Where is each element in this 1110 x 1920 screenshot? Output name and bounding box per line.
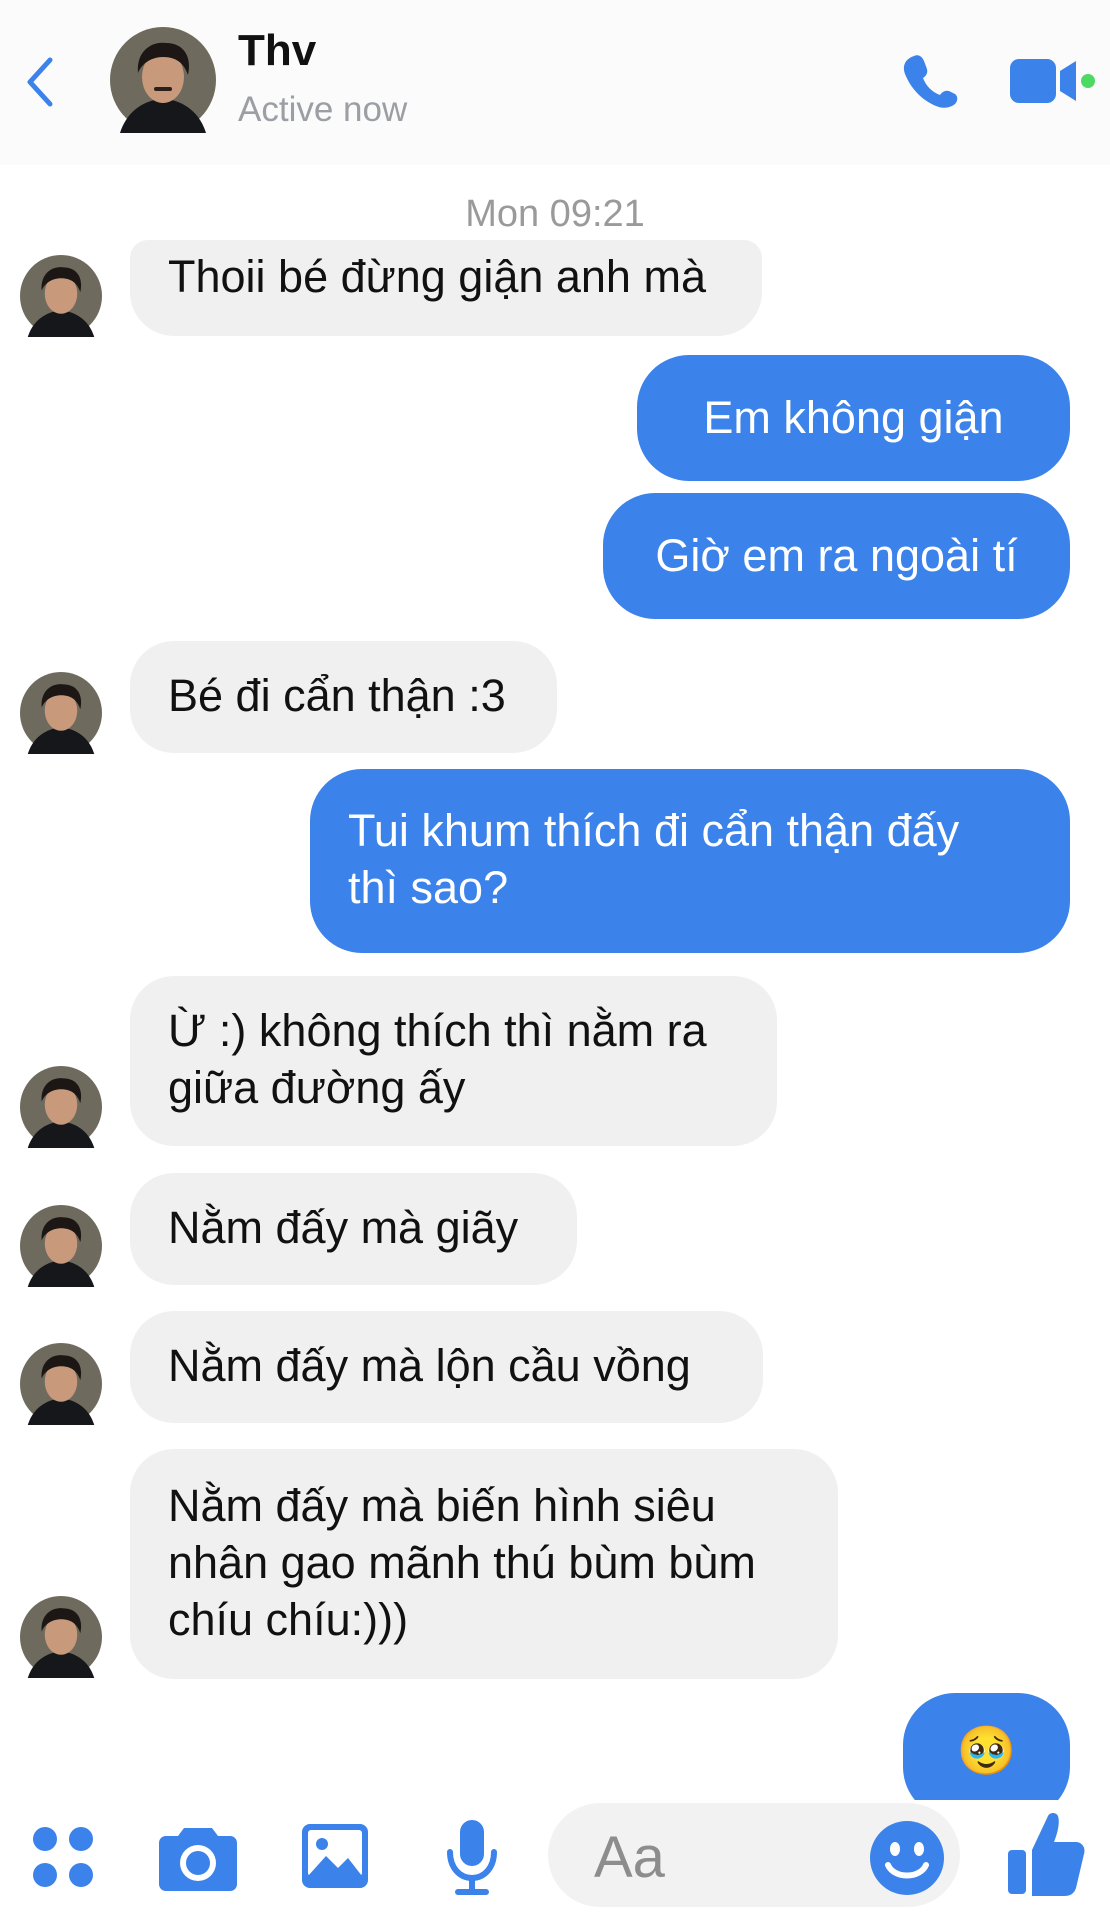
message-text-line: giữa đường ấy xyxy=(168,1062,466,1113)
message-bubble-outgoing[interactable]: Tui khum thích đi cẩn thận đấy thì sao? xyxy=(310,769,1070,953)
message-text: Nằm đấy mà lộn cầu vồng xyxy=(168,1340,691,1391)
active-status: Active now xyxy=(238,90,408,129)
sender-avatar[interactable] xyxy=(20,672,102,754)
sender-avatar[interactable] xyxy=(20,1596,102,1678)
message-text: Thoii bé đừng giận anh mà xyxy=(168,251,706,302)
message-text-line: Ừ :) không thích thì nằm ra xyxy=(168,1005,707,1056)
message-bubble-outgoing[interactable]: Em không giận xyxy=(637,355,1070,481)
avatar-image xyxy=(20,1596,102,1678)
pleading-face-emoji: 🥹 xyxy=(956,1725,1017,1778)
message-input-placeholder: Aa xyxy=(594,1825,665,1890)
contact-avatar[interactable] xyxy=(110,27,216,133)
avatar-image xyxy=(20,672,102,754)
avatar-image xyxy=(20,1343,102,1425)
message-text: Nằm đấy mà giãy xyxy=(168,1202,519,1253)
message-bubble-incoming[interactable]: Nằm đấy mà giãy xyxy=(130,1173,577,1285)
back-chevron-icon[interactable] xyxy=(18,52,68,112)
sender-avatar[interactable] xyxy=(20,1205,102,1287)
message-timestamp: Mon 09:21 xyxy=(465,193,645,235)
avatar-image xyxy=(20,255,102,337)
thumbs-up-icon[interactable] xyxy=(1006,1810,1086,1898)
message-text-line: chíu chíu:))) xyxy=(168,1594,409,1645)
message-text: Giờ em ra ngoài tí xyxy=(655,530,1018,581)
message-bubble-incoming[interactable]: Ừ :) không thích thì nằm ra giữa đường ấ… xyxy=(130,976,777,1146)
message-bubble-incoming[interactable]: Thoii bé đừng giận anh mà xyxy=(130,240,762,336)
avatar-image xyxy=(20,1066,102,1148)
sender-avatar[interactable] xyxy=(20,1343,102,1425)
phone-icon[interactable] xyxy=(900,52,958,110)
emoji-icon[interactable] xyxy=(868,1819,946,1897)
gallery-icon[interactable] xyxy=(300,1820,370,1892)
contact-name[interactable]: Thv xyxy=(238,26,316,76)
message-text: Em không giận xyxy=(703,392,1004,443)
avatar-image xyxy=(20,1205,102,1287)
microphone-icon[interactable] xyxy=(442,1818,502,1898)
apps-grid-icon[interactable] xyxy=(30,1824,96,1890)
sender-avatar[interactable] xyxy=(20,1066,102,1148)
message-text: Bé đi cẩn thận :3 xyxy=(168,670,506,721)
message-text-line: Nằm đấy mà biến hình siêu xyxy=(168,1480,716,1531)
sender-avatar[interactable] xyxy=(20,255,102,337)
message-text-line: Tui khum thích đi cẩn thận đấy xyxy=(348,805,960,856)
camera-icon[interactable] xyxy=(158,1822,238,1892)
message-bubble-incoming[interactable]: Bé đi cẩn thận :3 xyxy=(130,641,557,753)
message-text-line: nhân gao mãnh thú bùm bùm xyxy=(168,1537,756,1588)
message-bubble-incoming[interactable]: Nằm đấy mà lộn cầu vồng xyxy=(130,1311,763,1423)
message-text-line: thì sao? xyxy=(348,862,509,913)
online-dot xyxy=(1081,74,1095,88)
message-bubble-outgoing[interactable]: Giờ em ra ngoài tí xyxy=(603,493,1070,619)
chat-header: Thv Active now xyxy=(0,0,1110,165)
message-bubble-incoming[interactable]: Nằm đấy mà biến hình siêu nhân gao mãnh … xyxy=(130,1449,838,1679)
video-camera-icon[interactable] xyxy=(1008,55,1096,107)
